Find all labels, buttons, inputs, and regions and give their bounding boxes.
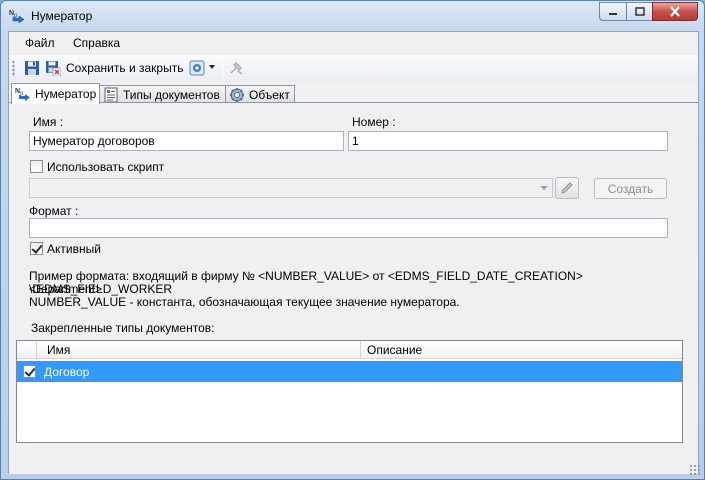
- minimize-icon: [609, 12, 617, 15]
- table-row[interactable]: Договор: [17, 361, 682, 382]
- create-button[interactable]: Создать: [594, 178, 667, 199]
- active-label: Активный: [47, 242, 101, 256]
- save-and-close-label: Сохранить и закрыть: [66, 61, 184, 75]
- settings-dropdown-icon[interactable]: [189, 60, 205, 76]
- script-combobox[interactable]: [29, 178, 553, 198]
- main-window: N o Нумератор Файл Справка Сохранить и з…: [0, 0, 705, 480]
- doc-types-label: Закрепленные типы документов:: [31, 321, 215, 335]
- grid-header: Имя Описание: [17, 341, 682, 359]
- tab-object[interactable]: Объект: [225, 85, 295, 103]
- window-controls: [599, 2, 698, 21]
- numerator-panel: Имя : Нумератор договоров Номер : 1 Испо…: [9, 102, 698, 474]
- disabled-tool-icon: [228, 60, 244, 76]
- maximize-icon: [634, 7, 645, 16]
- grid-header-name[interactable]: Имя: [37, 341, 361, 359]
- numerator-icon: No: [15, 86, 31, 102]
- use-script-label: Использовать скрипт: [47, 160, 165, 174]
- number-label: Номер :: [352, 115, 396, 129]
- format-field[interactable]: [29, 218, 668, 238]
- tab-document-types-label: Типы документов: [123, 87, 220, 102]
- app-icon: N o: [9, 8, 25, 24]
- toolbar: Сохранить и закрыть: [9, 55, 698, 82]
- close-button[interactable]: [652, 2, 698, 21]
- menu-bar: Файл Справка: [9, 32, 698, 55]
- pencil-icon: [561, 182, 573, 194]
- active-check-box[interactable]: [30, 242, 43, 255]
- toolbar-separator: [222, 59, 223, 78]
- menu-help[interactable]: Справка: [71, 36, 122, 50]
- row-name: Договор: [44, 365, 90, 379]
- format-label: Формат :: [29, 204, 79, 218]
- close-icon: [670, 6, 680, 17]
- minimize-button[interactable]: [599, 2, 626, 21]
- save-icon[interactable]: [24, 60, 40, 76]
- tab-object-label: Объект: [249, 87, 290, 102]
- document-types-icon: [103, 87, 119, 103]
- tab-strip: No Нумератор Типы документов Объект: [9, 83, 698, 104]
- gear-icon: [229, 87, 245, 103]
- tab-numerator[interactable]: No Нумератор: [11, 83, 100, 104]
- row-check-box[interactable]: [23, 365, 36, 378]
- grid-header-description[interactable]: Описание: [361, 341, 682, 359]
- maximize-button[interactable]: [626, 2, 652, 21]
- resize-grip[interactable]: [689, 464, 701, 476]
- tab-numerator-label: Нумератор: [35, 87, 97, 101]
- window-title: Нумератор: [31, 9, 93, 23]
- grid-header-check: [17, 341, 37, 359]
- edit-script-button[interactable]: [555, 177, 579, 199]
- toolbar-grip[interactable]: [12, 60, 15, 77]
- number-field[interactable]: 1: [348, 131, 668, 151]
- name-field[interactable]: Нумератор договоров: [29, 131, 344, 151]
- format-hint-line-1: Пример формата: входящий в фирму № <NUMB…: [29, 269, 583, 296]
- chevron-down-icon: [540, 186, 548, 190]
- chevron-down-icon[interactable]: [209, 65, 215, 69]
- name-label: Имя :: [33, 115, 64, 129]
- menu-file[interactable]: Файл: [23, 36, 57, 50]
- title-bar[interactable]: N o Нумератор: [1, 1, 704, 31]
- use-script-check-box[interactable]: [30, 160, 43, 173]
- tab-document-types[interactable]: Типы документов: [99, 85, 226, 103]
- save-close-icon: [45, 60, 62, 77]
- format-hint-line-3: NUMBER_VALUE - константа, обозначающая т…: [29, 295, 460, 309]
- doc-types-grid: Имя Описание Договор: [16, 340, 683, 443]
- window-client-area: Файл Справка Сохранить и закрыть N o Нум…: [8, 31, 699, 474]
